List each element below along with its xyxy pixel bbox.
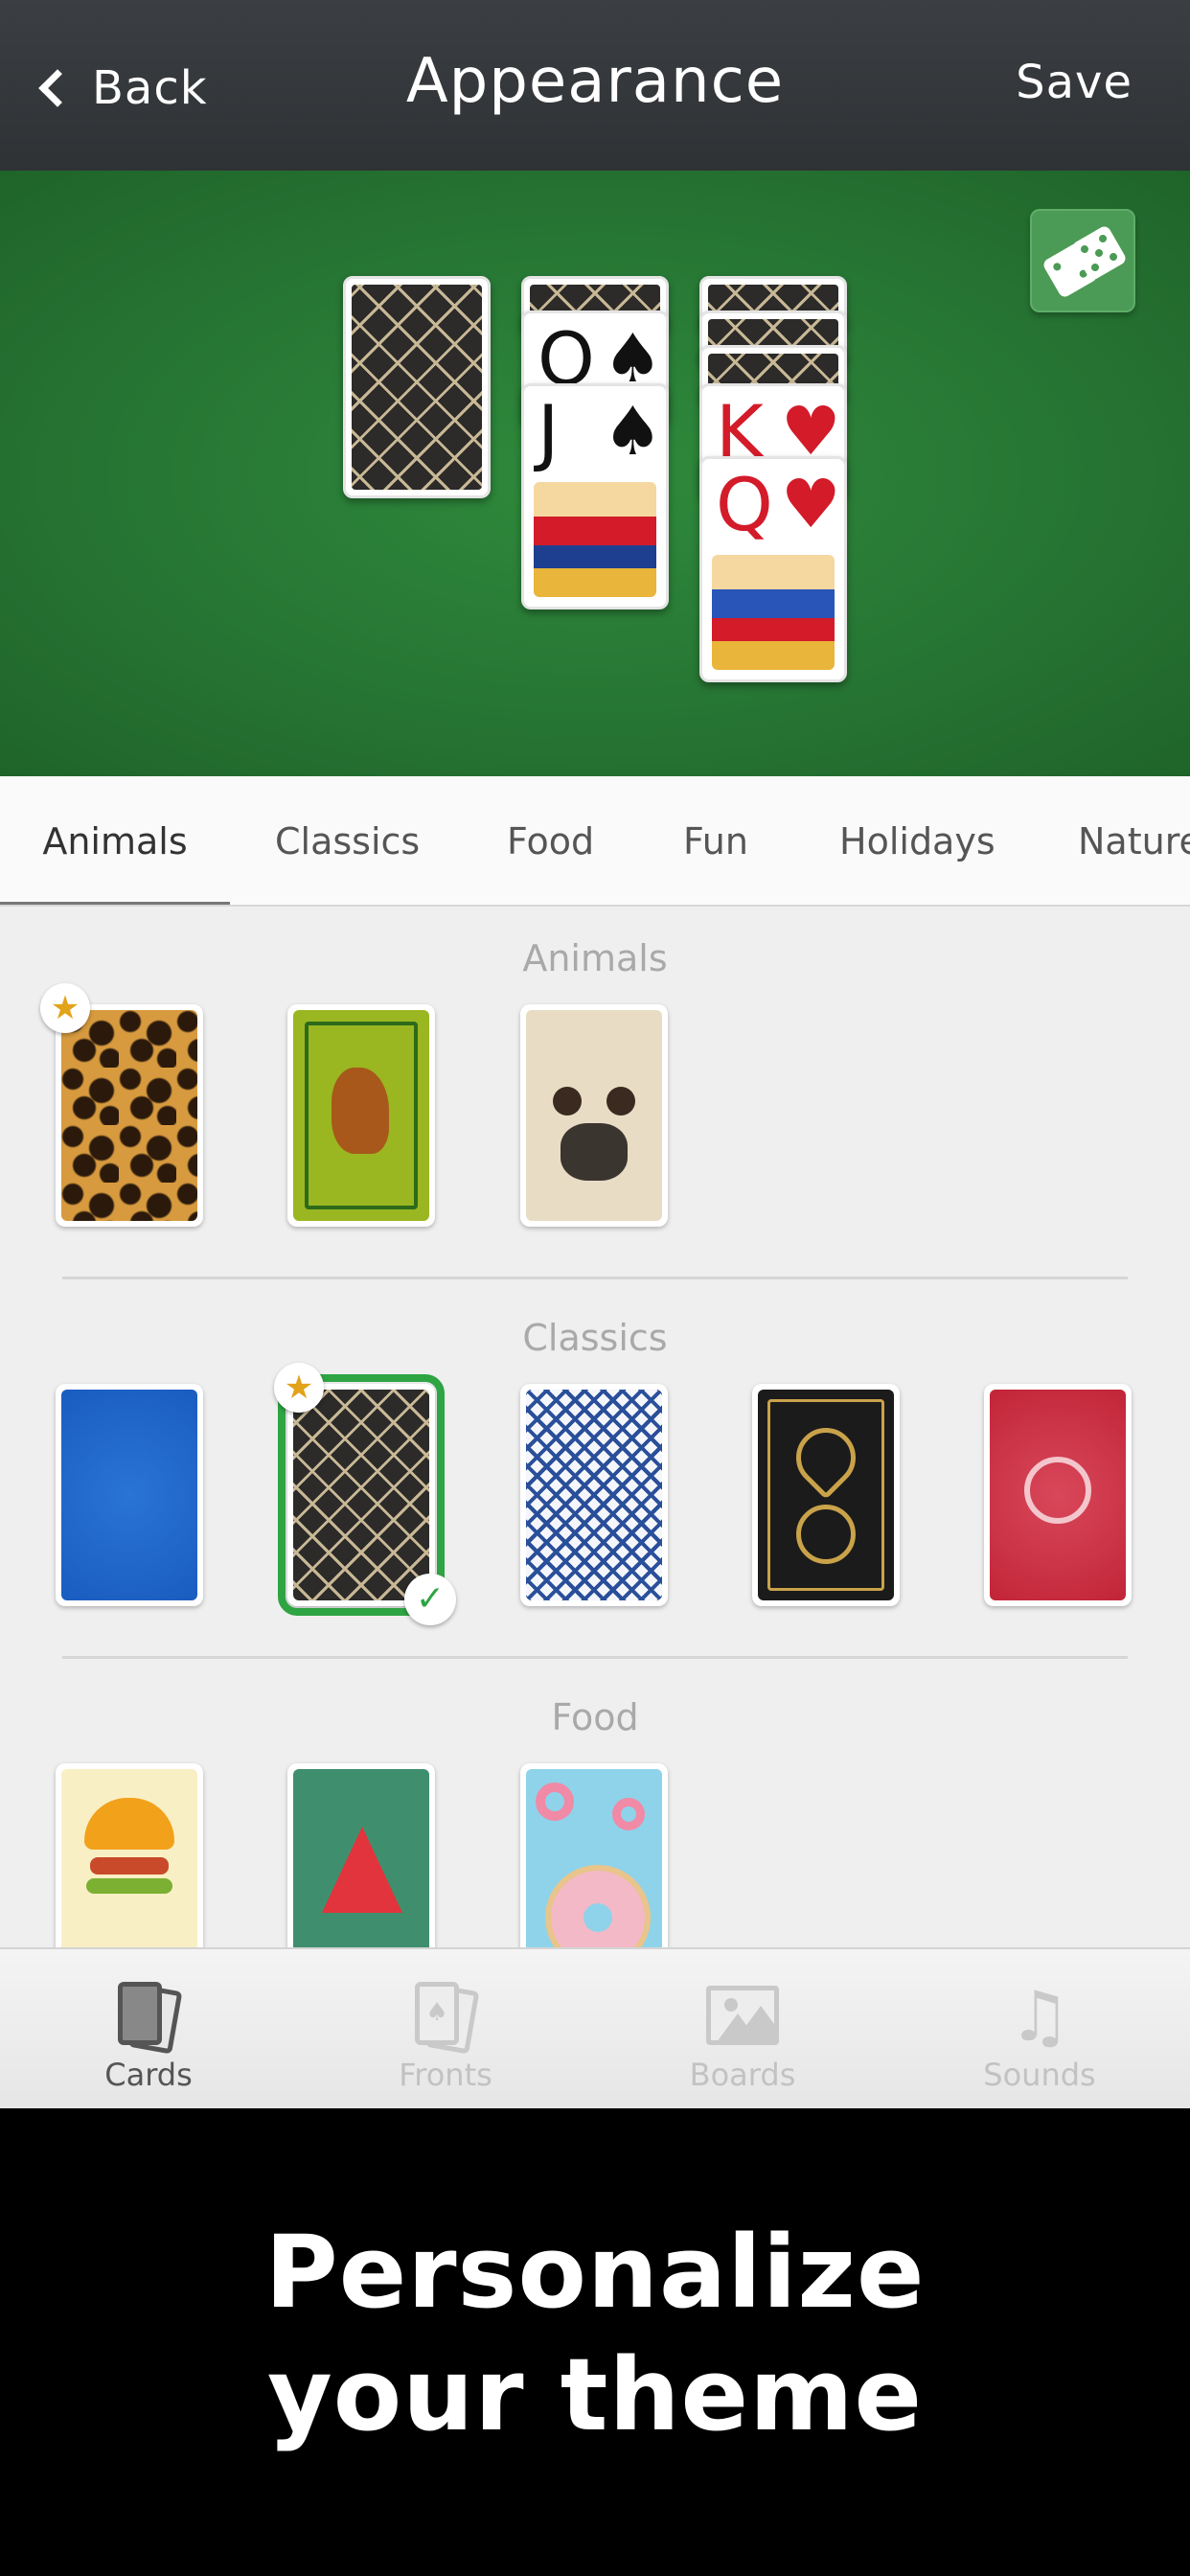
preview-card-queen-hearts: Q ♥: [699, 456, 847, 682]
top-navigation-bar: Back Appearance Save: [0, 0, 1190, 171]
card-back-donut[interactable]: [520, 1763, 668, 1947]
card-back-blue-damask[interactable]: [56, 1384, 203, 1606]
star-icon: ★: [274, 1363, 324, 1413]
tab-food[interactable]: Food: [507, 776, 594, 905]
card-back-blue-lattice[interactable]: [520, 1384, 668, 1606]
theme-preview-board: Q ♠ J ♠ K ♥ Q ♥: [0, 171, 1190, 776]
jack-face-art: [534, 482, 656, 597]
nav-label-cards: Cards: [104, 2057, 193, 2093]
nav-fronts[interactable]: ♠ Fronts: [297, 1949, 594, 2110]
card-back-red-floral[interactable]: [984, 1384, 1132, 1606]
cards-icon: [108, 1980, 189, 2055]
card-back-burger[interactable]: [56, 1763, 203, 1947]
preview-card-back: [343, 276, 491, 498]
image-icon: [702, 1980, 783, 2053]
preview-card-jack-spades: J ♠: [521, 383, 669, 610]
nav-label-fronts: Fronts: [399, 2057, 492, 2093]
page-title: Appearance: [405, 46, 785, 117]
nav-cards[interactable]: Cards: [0, 1949, 297, 2110]
bottom-tab-bar: Cards ♠ Fronts Boards ♫ Sounds: [0, 1947, 1190, 2108]
section-divider: [62, 1276, 1128, 1279]
tab-animals[interactable]: Animals: [0, 776, 230, 905]
card-back-black-gold[interactable]: [752, 1384, 900, 1606]
card-back-pug[interactable]: [520, 1004, 668, 1227]
promo-line-1: Personalize: [264, 2214, 926, 2331]
card-back-kangaroo[interactable]: [287, 1004, 435, 1227]
section-title-classics: Classics: [522, 1317, 668, 1359]
randomize-theme-button[interactable]: [1030, 209, 1135, 312]
nav-label-boards: Boards: [689, 2057, 796, 2093]
section-divider: [62, 1656, 1128, 1659]
section-title-food: Food: [551, 1696, 639, 1738]
section-title-animals: Animals: [522, 937, 668, 979]
card-back-watermelon[interactable]: [287, 1763, 435, 1947]
card-back-leopard[interactable]: [56, 1004, 203, 1227]
promo-line-2: your theme: [267, 2336, 923, 2453]
music-note-icon: ♫: [1008, 1976, 1071, 2057]
save-button[interactable]: Save: [1016, 56, 1133, 109]
tab-holidays[interactable]: Holidays: [839, 776, 995, 905]
card-fronts-icon: ♠: [405, 1980, 486, 2055]
star-icon: ★: [40, 983, 90, 1033]
nav-sounds[interactable]: ♫ Sounds: [891, 1949, 1188, 2110]
tab-fun[interactable]: Fun: [683, 776, 748, 905]
promo-caption: Personalize your theme: [0, 2108, 1190, 2576]
tab-nature[interactable]: Nature: [1078, 776, 1190, 905]
card-back-gold-geometric[interactable]: [278, 1374, 445, 1616]
nav-label-sounds: Sounds: [983, 2057, 1096, 2093]
checkmark-icon: ✓: [404, 1574, 456, 1625]
category-tabs: Animals Classics Food Fun Holidays Natur…: [0, 776, 1190, 907]
card-back-list: Animals ★ Classics ★ ✓ Food: [0, 907, 1190, 1947]
nav-boards[interactable]: Boards: [594, 1949, 891, 2110]
queen-face-art: [712, 555, 835, 670]
tab-classics[interactable]: Classics: [275, 776, 420, 905]
